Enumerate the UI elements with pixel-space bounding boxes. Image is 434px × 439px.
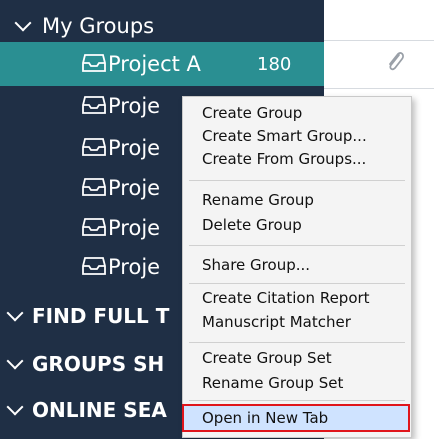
chevron-down-icon [6, 400, 26, 420]
section-label: ONLINE SEA [32, 398, 167, 422]
menu-item-rename-group-set[interactable]: Rename Group Set [202, 374, 343, 392]
tray-icon [82, 178, 106, 196]
menu-item-create-from-groups[interactable]: Create From Groups... [202, 150, 366, 168]
chevron-down-icon [6, 306, 26, 326]
menu-separator [189, 283, 405, 284]
menu-item-create-smart-group[interactable]: Create Smart Group... [202, 127, 367, 145]
sidebar-item-label: Proje [108, 255, 161, 279]
tray-icon [82, 257, 106, 275]
sidebar-item-label: Proje [108, 216, 161, 240]
my-groups-header[interactable]: My Groups [14, 6, 154, 46]
menu-item-create-citation-report[interactable]: Create Citation Report [202, 289, 370, 307]
menu-item-manuscript-matcher[interactable]: Manuscript Matcher [202, 313, 351, 331]
menu-item-rename-group[interactable]: Rename Group [202, 191, 314, 209]
menu-item-open-in-new-tab[interactable]: Open in New Tab [202, 409, 328, 427]
menu-separator [189, 400, 405, 401]
sidebar-item-project-a[interactable]: Project A 180 [0, 42, 324, 86]
paperclip-icon[interactable] [384, 49, 406, 75]
tray-icon [82, 96, 106, 114]
section-label: FIND FULL T [32, 304, 170, 328]
sidebar-item-label: Proje [108, 94, 161, 118]
menu-item-delete-group[interactable]: Delete Group [202, 216, 302, 234]
chevron-down-icon [14, 16, 34, 36]
tray-icon [82, 54, 106, 72]
sidebar-item-label: Proje [108, 136, 161, 160]
row-divider [324, 88, 434, 89]
menu-item-share-group[interactable]: Share Group... [202, 256, 310, 274]
menu-item-create-group-set[interactable]: Create Group Set [202, 349, 332, 367]
chevron-down-icon [6, 354, 26, 374]
sidebar-item-label: Project A [108, 52, 201, 76]
section-label: GROUPS SH [32, 352, 165, 376]
item-count: 180 [257, 53, 292, 75]
my-groups-label: My Groups [42, 14, 155, 38]
context-menu: Create Group Create Smart Group... Creat… [182, 96, 412, 438]
tray-icon [82, 138, 106, 156]
menu-separator [189, 180, 405, 181]
row-divider [324, 40, 434, 41]
tray-icon [82, 218, 106, 236]
menu-item-create-group[interactable]: Create Group [202, 104, 302, 122]
menu-separator [189, 342, 405, 343]
menu-separator [189, 245, 405, 246]
sidebar-item-label: Proje [108, 176, 161, 200]
